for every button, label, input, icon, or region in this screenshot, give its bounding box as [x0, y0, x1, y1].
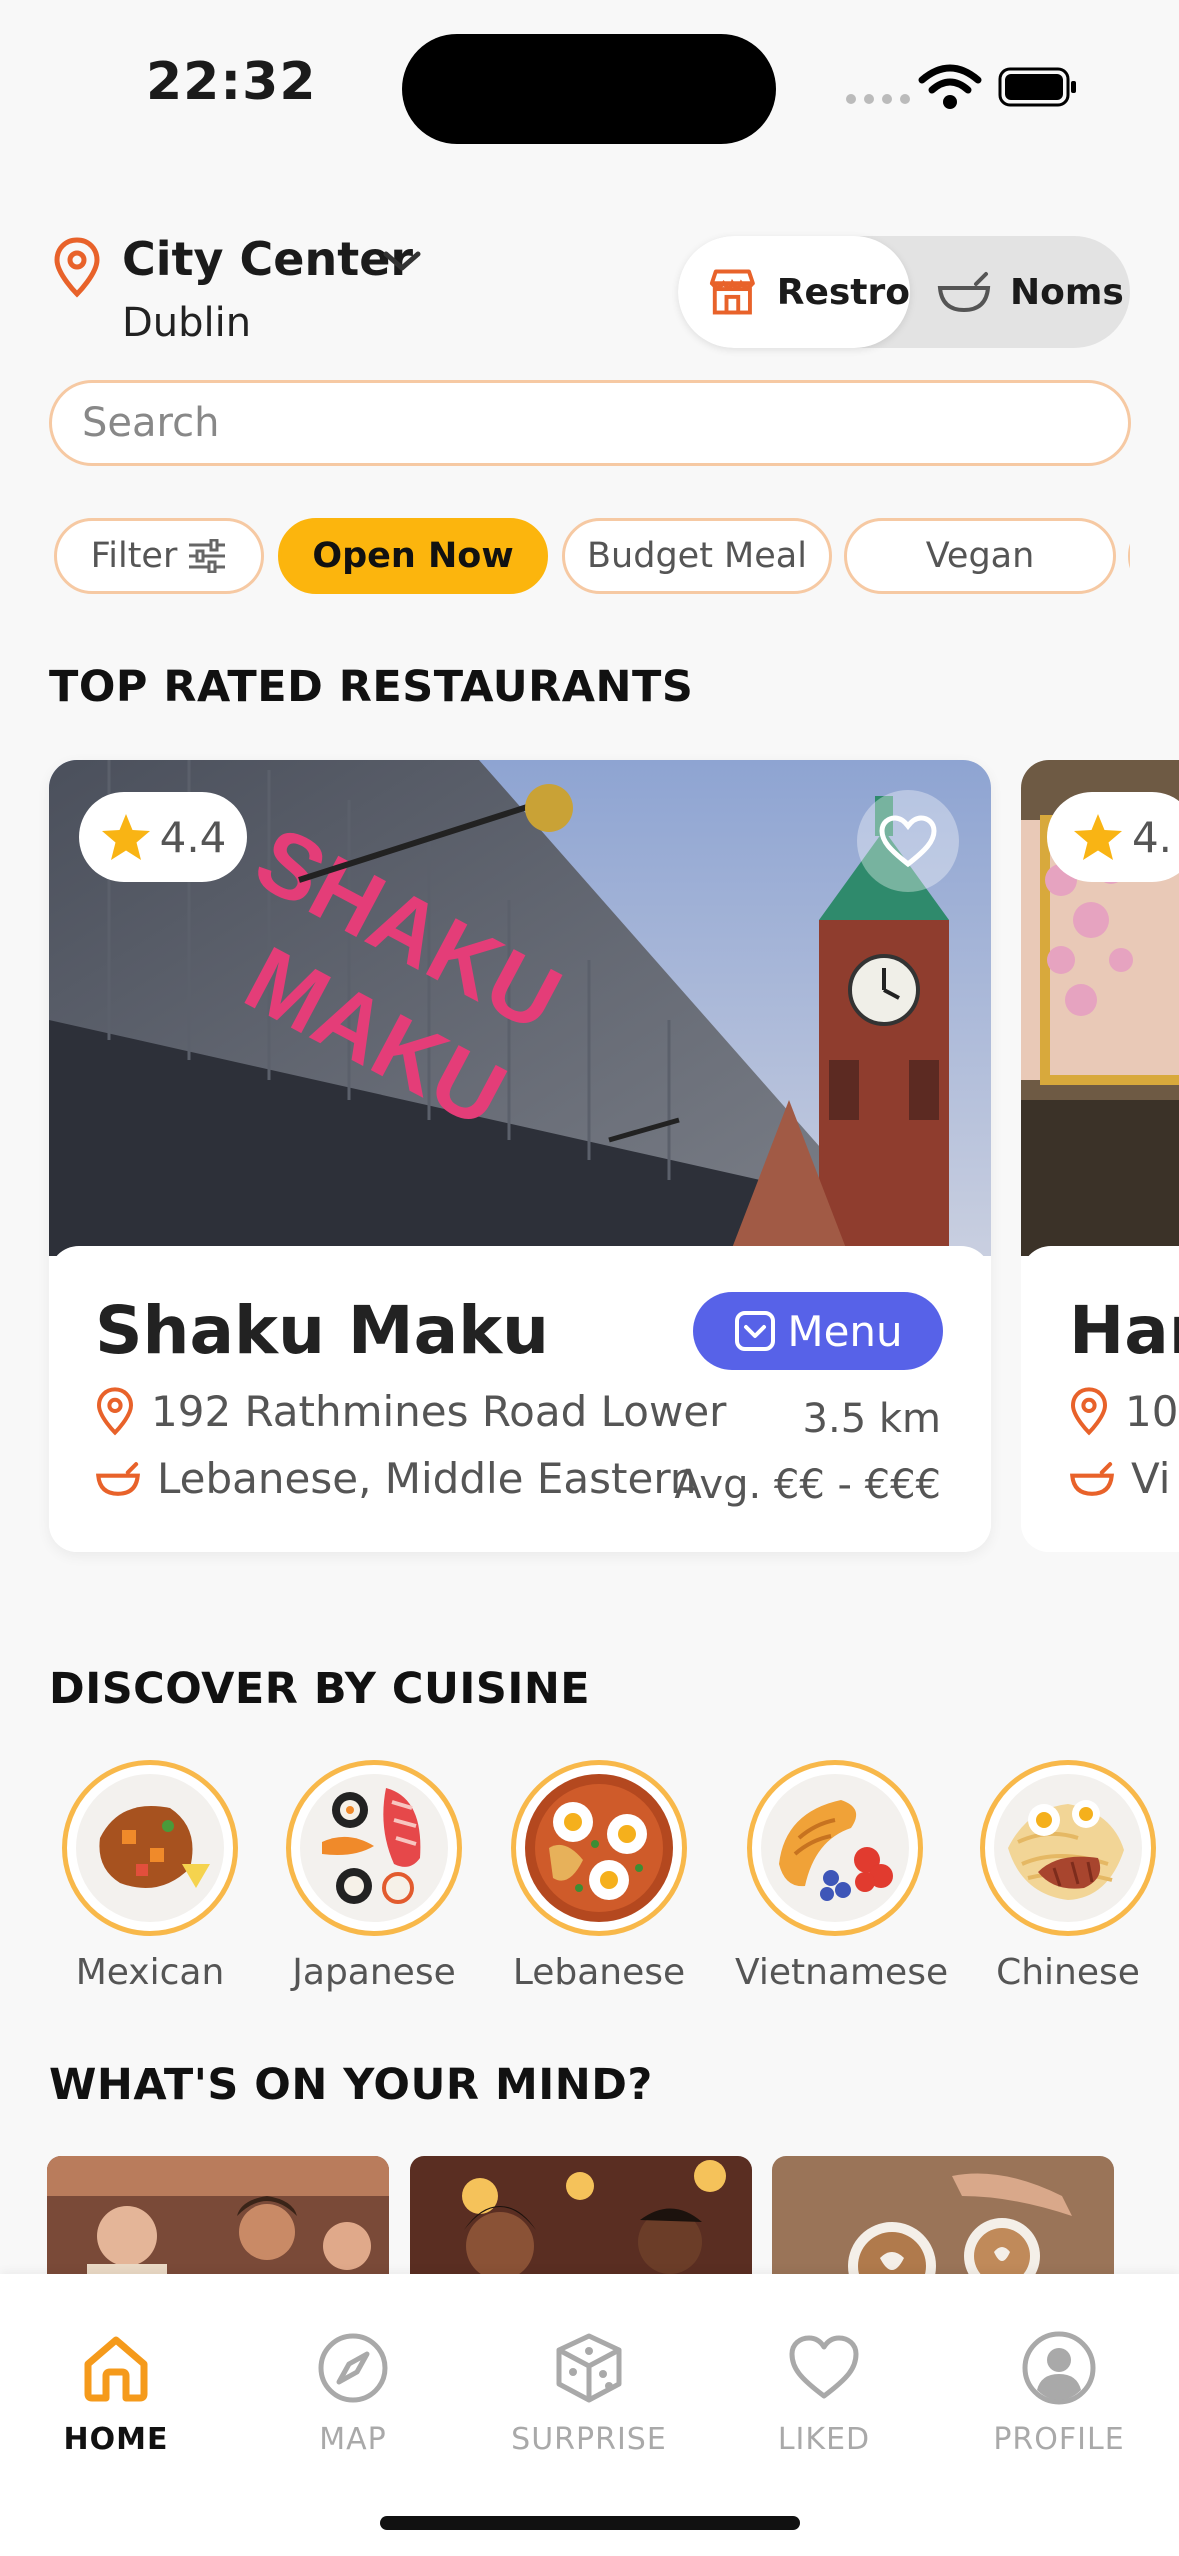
rating-badge: 4.4 — [79, 792, 247, 882]
restaurant-card[interactable]: SHAKU MAKU 4.4 Shaku Maku Menu 192 Rathm… — [49, 760, 991, 1552]
open-now-chip[interactable]: Open Now — [278, 518, 548, 594]
dice-icon — [556, 2333, 622, 2403]
restaurant-name: Har — [1069, 1292, 1179, 1369]
cuisine-label: Japanese — [292, 1952, 456, 1993]
cuisine-label: Mexican — [75, 1952, 225, 1993]
toggle-restro[interactable]: Restro — [678, 236, 910, 348]
menu-book-icon — [735, 1311, 776, 1351]
cuisine-label: Vietnamese — [735, 1952, 949, 1993]
toggle-noms[interactable]: Noms — [936, 236, 1124, 348]
toggle-restro-label: Restro — [776, 271, 910, 313]
cuisine-mexican[interactable]: Mexican — [50, 1760, 250, 1993]
cuisine-vietnamese[interactable]: Vietnamese — [735, 1760, 949, 1993]
restaurant-details: Shaku Maku Menu 192 Rathmines Road Lower… — [49, 1246, 991, 1552]
filter-chips: Filter Open Now Budget Meal Vegan — [54, 518, 1130, 594]
restaurant-details: Har 10 Vi — [1021, 1246, 1179, 1552]
tab-map[interactable]: MAP — [253, 2330, 453, 2457]
tab-label: SURPRISE — [511, 2422, 667, 2457]
restaurant-address: 10 — [1069, 1386, 1178, 1436]
location-pin-icon — [96, 1387, 134, 1436]
cuisine-lebanese[interactable]: Lebanese — [499, 1760, 699, 1993]
address-text: 10 — [1125, 1386, 1179, 1436]
star-icon — [1073, 814, 1122, 860]
sliders-icon — [189, 539, 226, 573]
heart-icon — [789, 2335, 859, 2399]
location-pin-icon — [54, 237, 100, 298]
star-icon — [101, 814, 150, 860]
restaurant-address: 192 Rathmines Road Lower — [95, 1386, 726, 1436]
tab-label: PROFILE — [993, 2422, 1125, 2457]
location-city: Dublin — [122, 300, 252, 346]
tab-profile[interactable]: PROFILE — [959, 2330, 1159, 2457]
dynamic-island — [402, 34, 776, 144]
whats-on-your-mind-title: WHAT'S ON YOUR MIND? — [49, 2060, 653, 2110]
filter-chip[interactable]: Filter — [54, 518, 264, 594]
mexican-dish-image — [62, 1760, 238, 1936]
tab-home[interactable]: HOME — [16, 2330, 216, 2457]
rating-value: 4.4 — [159, 812, 227, 862]
tab-label: MAP — [319, 2422, 387, 2457]
compass-icon — [318, 2333, 388, 2403]
menu-button[interactable]: Menu — [693, 1292, 943, 1370]
cuisine-japanese[interactable]: Japanese — [274, 1760, 474, 1993]
restaurant-cuisine: Lebanese, Middle Eastern — [95, 1454, 696, 1503]
rating-badge: 4. — [1047, 792, 1179, 882]
tab-label: LIKED — [777, 2422, 871, 2457]
rating-value: 4. — [1131, 812, 1173, 862]
bowl-icon — [1070, 1461, 1114, 1496]
address-text: 192 Rathmines Road Lower — [151, 1386, 727, 1436]
top-rated-title: TOP RATED RESTAURANTS — [49, 662, 694, 712]
toggle-noms-label: Noms — [1010, 271, 1124, 313]
bowl-icon — [937, 272, 991, 313]
tab-liked[interactable]: LIKED — [724, 2330, 924, 2457]
status-time: 22:32 — [146, 52, 317, 112]
home-icon — [84, 2336, 148, 2402]
battery-icon — [998, 67, 1076, 107]
menu-button-label: Menu — [787, 1306, 903, 1356]
cuisine-text: Vi — [1131, 1454, 1171, 1503]
discover-cuisine-title: DISCOVER BY CUISINE — [49, 1664, 591, 1714]
chinese-dish-image — [980, 1760, 1156, 1936]
cuisine-label: Lebanese — [512, 1952, 686, 1993]
cuisine-text: Lebanese, Middle Eastern — [157, 1454, 697, 1503]
bottom-tab-bar: HOME MAP SURPRISE LIKED PROFILE — [0, 2274, 1179, 2556]
lebanese-dish-image — [511, 1760, 687, 1936]
storefront-icon — [709, 269, 755, 315]
vietnamese-dish-image — [747, 1760, 923, 1936]
cellular-signal-icon — [846, 94, 910, 104]
heart-icon — [879, 815, 937, 868]
restaurant-card[interactable]: 4. Har 10 Vi — [1021, 760, 1179, 1552]
tab-label: HOME — [63, 2422, 169, 2457]
japanese-dish-image — [286, 1760, 462, 1936]
bowl-icon — [96, 1461, 140, 1496]
location-pin-icon — [1070, 1387, 1108, 1436]
mode-toggle[interactable]: Restro Noms — [678, 236, 1130, 348]
search-input[interactable]: Search — [49, 380, 1131, 466]
tab-surprise[interactable]: SURPRISE — [489, 2330, 689, 2457]
restaurant-name: Shaku Maku — [95, 1292, 550, 1369]
profile-icon — [1022, 2331, 1096, 2405]
vegan-chip[interactable]: Vegan — [844, 518, 1116, 594]
restaurant-distance: 3.5 km — [802, 1396, 941, 1442]
chevron-down-icon[interactable] — [380, 246, 424, 276]
cuisine-label: Chinese — [996, 1952, 1140, 1993]
budget-meal-chip[interactable]: Budget Meal — [562, 518, 832, 594]
filter-chip-label: Filter — [90, 536, 178, 576]
restaurant-price: Avg. €€ - €€€ — [674, 1462, 941, 1508]
restaurant-cuisine: Vi — [1069, 1454, 1170, 1503]
cuisine-chinese[interactable]: Chinese — [968, 1760, 1168, 1993]
location-area[interactable]: City Center — [122, 232, 413, 286]
wifi-icon — [918, 64, 982, 109]
more-chip[interactable] — [1128, 518, 1130, 594]
favorite-button[interactable] — [857, 790, 959, 892]
home-indicator[interactable] — [380, 2516, 800, 2530]
